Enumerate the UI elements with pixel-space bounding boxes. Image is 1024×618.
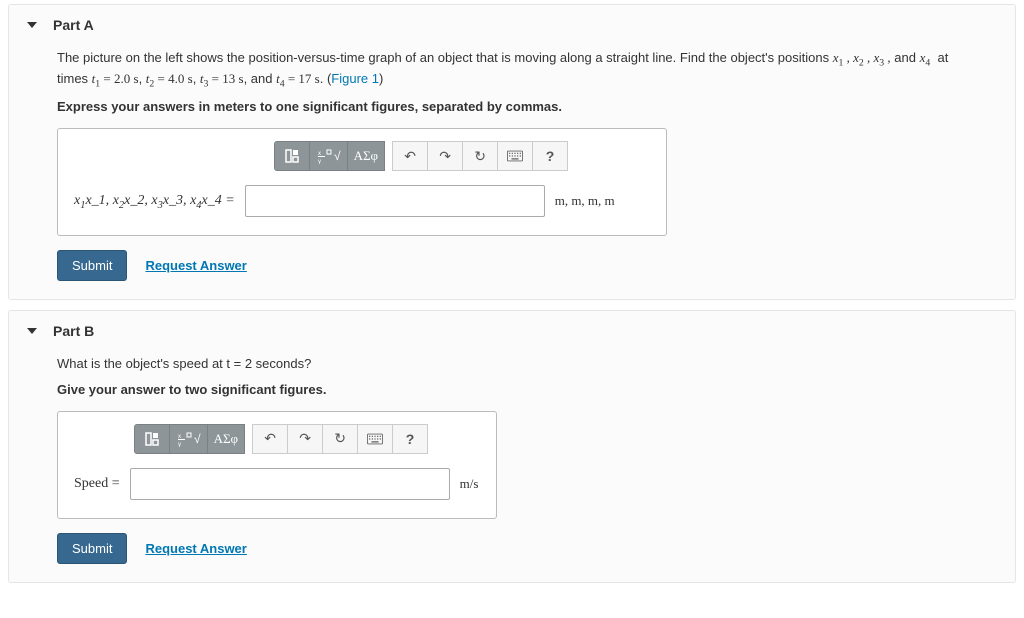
- part-b-instructions: Give your answer to two significant figu…: [57, 382, 967, 397]
- part-a-var-label: x1x_1, x2x_2, x3x_3, x4x_4 =: [74, 193, 235, 211]
- redo-icon: ↷: [439, 148, 451, 165]
- part-b-answer-box: xy √ ΑΣφ ↶ ↷ ↻ ? Speed = m/s: [57, 411, 497, 519]
- undo-button[interactable]: ↶: [392, 141, 428, 171]
- part-a-actions: Submit Request Answer: [57, 250, 967, 281]
- part-a-body: The picture on the left shows the positi…: [9, 49, 1015, 299]
- formula-toolbar-b: xy √ ΑΣφ ↶ ↷ ↻ ?: [134, 424, 428, 454]
- part-a-title: Part A: [53, 17, 94, 33]
- reset-button[interactable]: ↻: [462, 141, 498, 171]
- svg-text:y: y: [318, 159, 321, 164]
- undo-icon: ↶: [404, 148, 416, 165]
- request-answer-link[interactable]: Request Answer: [145, 258, 246, 273]
- keyboard-icon: [367, 431, 383, 447]
- redo-icon: ↷: [299, 430, 311, 447]
- keyboard-button[interactable]: [497, 141, 533, 171]
- part-b-prompt: What is the object's speed at t = 2 seco…: [57, 355, 967, 373]
- keyboard-icon: [507, 148, 523, 164]
- part-a-units: m, m, m, m: [555, 193, 615, 209]
- part-a-instructions: Express your answers in meters to one si…: [57, 99, 967, 114]
- undo-button[interactable]: ↶: [252, 424, 288, 454]
- fraction-icon: xy: [316, 148, 332, 164]
- part-b-section: Part B What is the object's speed at t =…: [8, 310, 1016, 582]
- part-a-answer-box: xy √ ΑΣφ ↶ ↷ ↻ ? x1x_1, x2x_2, x3x_3, x4…: [57, 128, 667, 236]
- part-b-units: m/s: [460, 476, 479, 492]
- templates-button[interactable]: [274, 141, 310, 171]
- redo-button[interactable]: ↷: [427, 141, 463, 171]
- templates-icon: [144, 431, 160, 447]
- fraction-icon: xy: [176, 431, 192, 447]
- help-button[interactable]: ?: [392, 424, 428, 454]
- request-answer-link[interactable]: Request Answer: [145, 541, 246, 556]
- undo-icon: ↶: [264, 430, 276, 447]
- submit-button[interactable]: Submit: [57, 533, 127, 564]
- reset-button[interactable]: ↻: [322, 424, 358, 454]
- part-b-answer-input[interactable]: [130, 468, 450, 500]
- templates-button[interactable]: [134, 424, 170, 454]
- fraction-button[interactable]: xy √: [309, 141, 348, 171]
- caret-down-icon: [27, 22, 37, 28]
- reset-icon: ↻: [474, 148, 486, 165]
- caret-down-icon: [27, 328, 37, 334]
- greek-button[interactable]: ΑΣφ: [347, 141, 385, 171]
- submit-button[interactable]: Submit: [57, 250, 127, 281]
- reset-icon: ↻: [334, 430, 346, 447]
- part-b-input-row: Speed = m/s: [74, 468, 480, 500]
- part-b-body: What is the object's speed at t = 2 seco…: [9, 355, 1015, 581]
- part-a-section: Part A The picture on the left shows the…: [8, 4, 1016, 300]
- figure-link[interactable]: Figure 1: [331, 71, 379, 86]
- formula-toolbar: xy √ ΑΣφ ↶ ↷ ↻ ?: [274, 141, 568, 171]
- part-a-header[interactable]: Part A: [9, 5, 1015, 45]
- svg-text:y: y: [178, 442, 181, 447]
- keyboard-button[interactable]: [357, 424, 393, 454]
- part-b-title: Part B: [53, 323, 94, 339]
- redo-button[interactable]: ↷: [287, 424, 323, 454]
- part-b-header[interactable]: Part B: [9, 311, 1015, 351]
- greek-button[interactable]: ΑΣφ: [207, 424, 245, 454]
- part-a-input-row: x1x_1, x2x_2, x3x_3, x4x_4 = m, m, m, m: [74, 185, 650, 217]
- part-b-var-label: Speed =: [74, 476, 120, 492]
- templates-icon: [284, 148, 300, 164]
- fraction-button[interactable]: xy √: [169, 424, 208, 454]
- part-a-answer-input[interactable]: [245, 185, 545, 217]
- part-a-prompt: The picture on the left shows the positi…: [57, 49, 967, 91]
- part-b-actions: Submit Request Answer: [57, 533, 967, 564]
- help-button[interactable]: ?: [532, 141, 568, 171]
